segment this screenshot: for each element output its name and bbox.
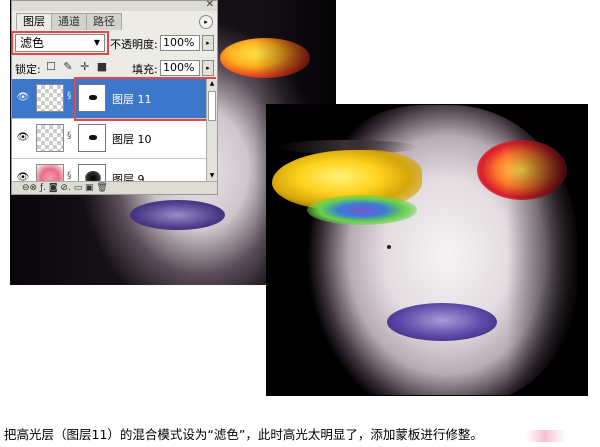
panel-titlebar: ✕: [12, 0, 217, 11]
link-icon[interactable]: §: [67, 131, 72, 141]
layer-name: 图层 10: [112, 133, 152, 146]
layer-thumbnail: [36, 164, 64, 181]
fill-label: 填充:: [132, 63, 158, 76]
layer-thumbnail: [36, 124, 64, 152]
annotation-highlight-blend: [11, 31, 109, 55]
layer-row[interactable]: 👁 § 图层 9: [12, 159, 206, 181]
layer-name: 图层 9: [112, 173, 145, 181]
opacity-slider-button[interactable]: ▸: [202, 35, 214, 51]
fill-input[interactable]: 100%: [160, 60, 200, 76]
panel-menu-icon[interactable]: ▸: [199, 15, 213, 29]
lock-label: 锁定:: [15, 63, 41, 76]
layer-scrollbar[interactable]: ▲ ▼: [206, 79, 217, 181]
fill-slider-button[interactable]: ▸: [202, 60, 214, 76]
tab-channels[interactable]: 通道: [51, 13, 87, 30]
link-icon[interactable]: §: [67, 171, 72, 181]
blend-opacity-row: 滤色 ▼ 不透明度: 100% ▸: [11, 31, 217, 55]
layer-mask-thumbnail[interactable]: [78, 124, 106, 152]
eye-icon[interactable]: 👁: [14, 171, 32, 181]
hair-shadow: [507, 105, 587, 395]
mole: [387, 245, 391, 249]
scroll-up-icon[interactable]: ▲: [207, 79, 217, 89]
annotation-highlight-layer: [74, 77, 216, 121]
link-icon[interactable]: §: [67, 91, 72, 101]
eye-makeup-lower: [307, 195, 417, 225]
opacity-label: 不透明度:: [110, 38, 158, 51]
tab-layers[interactable]: 图层: [16, 13, 52, 30]
panel-tabs: 图层 通道 路径: [16, 13, 122, 30]
result-photo: [266, 104, 588, 396]
layer-action-icons[interactable]: ⊖⊗ ƒ. ◙ ⊘. ▭ ▣ 🗑: [22, 183, 108, 193]
close-icon[interactable]: ✕: [206, 0, 214, 10]
caption-text: 把高光层（图层11）的混合模式设为“滤色”，此时高光太明显了，添加蒙板进行修整。: [4, 427, 483, 442]
layer-mask-thumbnail[interactable]: [78, 164, 106, 181]
lips: [387, 303, 497, 341]
opacity-input[interactable]: 100%: [160, 35, 200, 51]
eye-icon[interactable]: 👁: [14, 131, 32, 145]
layers-panel: ✕ 图层 通道 路径 ▸ 滤色 ▼ 不透明度: 100% ▸ 锁定: ☐ ✎ ✛…: [11, 0, 218, 195]
layer-row[interactable]: 👁 § 图层 10: [12, 119, 206, 159]
eye-icon[interactable]: 👁: [14, 91, 32, 105]
lock-fill-row: 锁定: ☐ ✎ ✛ ■ 填充: 100% ▸: [12, 57, 217, 77]
scroll-down-icon[interactable]: ▼: [207, 171, 217, 181]
tab-paths[interactable]: 路径: [86, 13, 122, 30]
layer-thumbnail: [36, 84, 64, 112]
scroll-thumb[interactable]: [208, 91, 216, 121]
watermark-mark: [525, 430, 565, 442]
panel-bottom-toolbar: ⊖⊗ ƒ. ◙ ⊘. ▭ ▣ 🗑: [12, 181, 217, 194]
lock-icons[interactable]: ☐ ✎ ✛ ■: [46, 60, 109, 73]
